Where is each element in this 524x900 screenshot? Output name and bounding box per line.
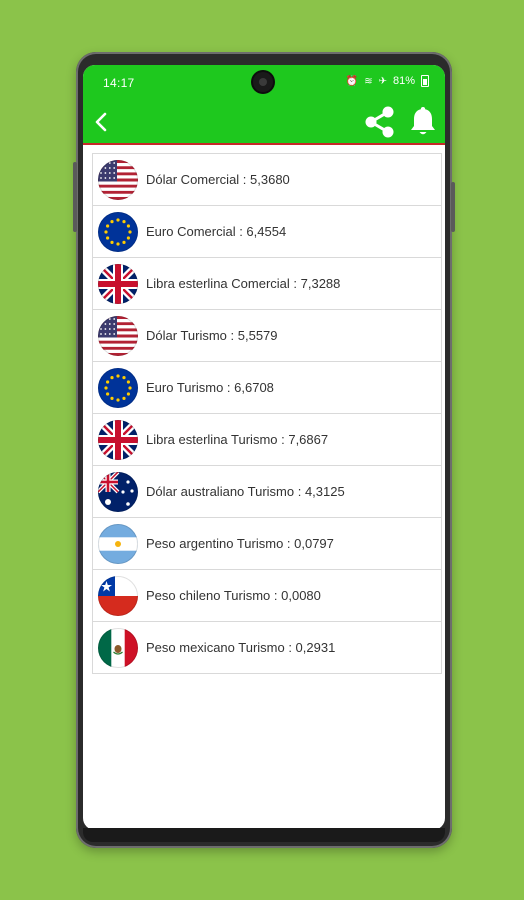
status-bar: 14:17 ⏰ ≋ ✈ 81% [83, 65, 445, 101]
app-screen: 14:17 ⏰ ≋ ✈ 81% Dólar Comercial: 5,3680… [83, 65, 445, 830]
rate-label: Libra esterlina Turismo : 7,6867 [146, 432, 329, 447]
uk-flag-icon [98, 263, 138, 304]
rate-label: Dólar Comercial : 5,3680 [146, 172, 290, 187]
wifi-icon: ≋ [364, 75, 373, 87]
argentina-flag-icon [98, 523, 138, 564]
status-time: 14:17 [103, 76, 135, 90]
volume-button [73, 162, 77, 232]
rate-label: Euro Turismo : 6,6708 [146, 380, 274, 395]
battery-percent: 81% [392, 75, 415, 87]
share-button[interactable] [361, 104, 397, 140]
usa-flag-icon [98, 159, 138, 200]
rate-row[interactable]: Peso argentino Turismo : 0,0797 [92, 517, 442, 569]
rate-row[interactable]: Peso mexicano Turismo : 0,2931 [92, 621, 442, 674]
share-icon [365, 106, 394, 138]
rate-label: Peso chileno Turismo : 0,0080 [146, 588, 321, 603]
eu-flag-icon [98, 211, 138, 252]
front-camera [253, 72, 273, 92]
alarm-icon: ⏰ [345, 75, 359, 87]
rate-label: Euro Comercial : 6,4554 [146, 224, 287, 239]
usa-flag-icon [98, 315, 138, 356]
rate-label: Dólar australiano Turismo : 4,3125 [146, 484, 345, 499]
rate-label: Peso mexicano Turismo : 0,2931 [146, 640, 336, 655]
chevron-left-icon [95, 112, 107, 132]
status-icons: ⏰ ≋ ✈ 81% [346, 75, 429, 87]
rate-label: Dólar Turismo : 5,5579 [146, 328, 278, 343]
australia-flag-icon [98, 471, 138, 512]
rate-row[interactable]: Dólar Turismo : 5,5579 [92, 309, 442, 361]
bell-icon [411, 107, 435, 135]
navigation-bar [83, 828, 445, 842]
rate-row[interactable]: Dólar Comercial : 5,3680 [92, 153, 442, 205]
battery-icon [421, 75, 429, 87]
back-button[interactable] [89, 109, 115, 135]
notifications-button[interactable] [405, 103, 441, 139]
rate-row[interactable]: Peso chileno Turismo : 0,0080 [92, 569, 442, 621]
rate-row[interactable]: Dólar australiano Turismo : 4,3125 [92, 465, 442, 517]
chile-flag-icon [98, 575, 138, 616]
eu-flag-icon [98, 367, 138, 408]
mexico-flag-icon [98, 627, 138, 668]
app-toolbar [83, 101, 445, 145]
uk-flag-icon [98, 419, 138, 460]
rates-list: Dólar Comercial : 5,3680 Euro Comercial :… [92, 153, 442, 674]
airplane-icon: ✈ [378, 75, 387, 87]
power-button [451, 182, 455, 232]
rate-row[interactable]: Euro Comercial : 6,4554 [92, 205, 442, 257]
rate-row[interactable]: Libra esterlina Turismo : 7,6867 [92, 413, 442, 465]
rate-row[interactable]: Euro Turismo : 6,6708 [92, 361, 442, 413]
rate-label: Libra esterlina Comercial : 7,3288 [146, 276, 341, 291]
rate-label: Peso argentino Turismo : 0,0797 [146, 536, 334, 551]
rate-row[interactable]: Libra esterlina Comercial : 7,3288 [92, 257, 442, 309]
